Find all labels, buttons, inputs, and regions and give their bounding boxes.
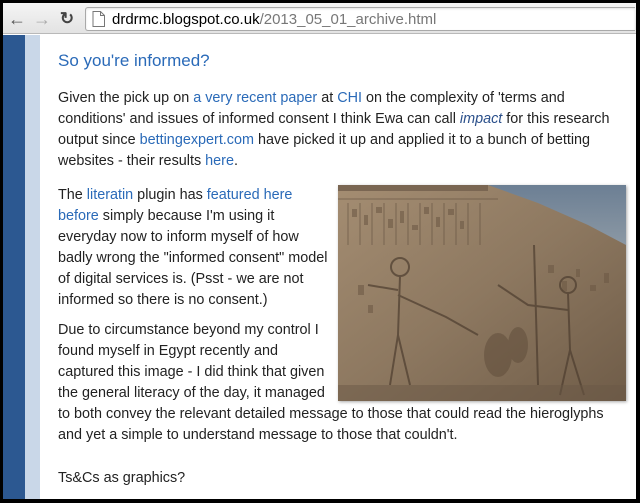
text: Given the pick up on xyxy=(58,90,194,106)
reload-icon[interactable]: ↻ xyxy=(57,9,77,29)
page-content: So you're informed? Given the pick up on… xyxy=(3,35,636,499)
text: plugin has xyxy=(133,187,207,203)
url-text[interactable]: drdrmc.blogspot.co.uk/2013_05_01_archive… xyxy=(112,10,436,30)
text: simply because I'm using it everyday now… xyxy=(58,208,328,308)
link-impact[interactable]: impact xyxy=(460,111,502,127)
post-paragraph-2: The literatin plugin has featured here b… xyxy=(58,185,328,311)
browser-toolbar: ← → ↻ drdrmc.blogspot.co.uk/2013_05_01_a… xyxy=(3,3,636,34)
post-title[interactable]: So you're informed? xyxy=(58,50,210,71)
browser-window: ← → ↻ drdrmc.blogspot.co.uk/2013_05_01_a… xyxy=(3,3,636,499)
back-arrow-icon[interactable]: ← xyxy=(7,9,27,29)
sidebar-band-light xyxy=(25,35,40,499)
link-chi[interactable]: CHI xyxy=(337,90,362,106)
link-bettingexpert[interactable]: bettingexpert.com xyxy=(140,132,254,148)
url-host: drdrmc.blogspot.co.uk xyxy=(112,11,260,28)
post-paragraph-4: Ts&Cs as graphics? xyxy=(58,470,186,486)
text: . xyxy=(233,153,238,169)
post-paragraph-1: Given the pick up on a very recent paper… xyxy=(58,88,628,172)
link-here[interactable]: here xyxy=(205,153,234,169)
photo-wrap-spacer xyxy=(326,320,628,404)
url-path: /2013_05_01_archive.html xyxy=(259,11,437,28)
post-paragraph-3: Due to circumstance beyond my control I … xyxy=(58,320,628,446)
text: The xyxy=(58,187,87,203)
link-literatin[interactable]: literatin xyxy=(87,187,133,203)
link-recent-paper[interactable]: a very recent paper xyxy=(193,90,317,106)
page-icon xyxy=(92,11,105,27)
sidebar-band-dark xyxy=(3,35,25,499)
address-bar[interactable]: drdrmc.blogspot.co.uk/2013_05_01_archive… xyxy=(85,7,635,31)
forward-arrow-icon[interactable]: → xyxy=(32,9,52,29)
text: at xyxy=(317,90,338,106)
